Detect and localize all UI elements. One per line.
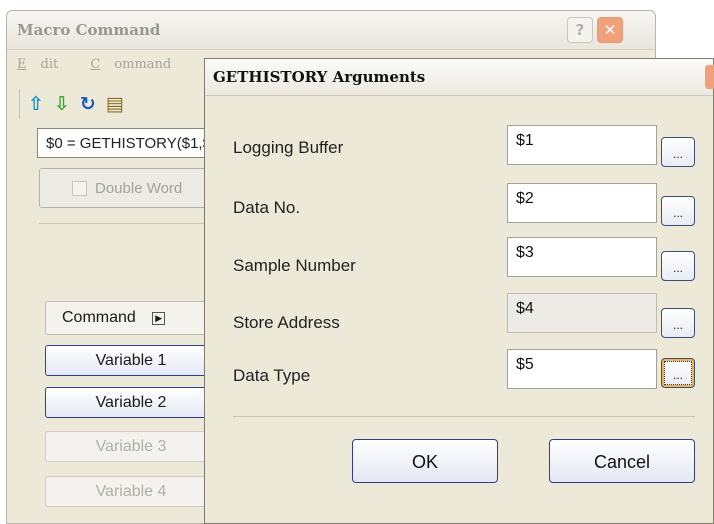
arg-input-logging-buffer[interactable]: $1 bbox=[507, 125, 657, 165]
dialog-separator bbox=[233, 416, 695, 417]
arrow-up-icon[interactable]: ⇧ bbox=[28, 94, 44, 114]
refresh-icon[interactable]: ↻ bbox=[80, 94, 96, 114]
macro-command-title: Macro Command bbox=[17, 21, 161, 39]
variable-4-button: Variable 4 bbox=[45, 476, 217, 507]
double-word-group: Double Word bbox=[39, 168, 219, 208]
arg-input-data-no[interactable]: $2 bbox=[507, 183, 657, 223]
arrow-down-icon[interactable]: ⇩ bbox=[54, 94, 70, 114]
variable-1-button[interactable]: Variable 1 bbox=[45, 345, 217, 376]
browse-button-data-type[interactable]: ... bbox=[661, 358, 695, 388]
menu-edit[interactable]: Edit bbox=[17, 57, 72, 72]
cancel-button[interactable]: Cancel bbox=[549, 439, 695, 483]
variable-2-button[interactable]: Variable 2 bbox=[45, 387, 217, 418]
gethistory-arguments-dialog: GETHISTORY Arguments Logging Buffer $1 .… bbox=[204, 58, 714, 524]
command-label: Command bbox=[62, 309, 136, 326]
dialog-close-icon[interactable] bbox=[705, 65, 714, 89]
macro-command-titlebar[interactable]: Macro Command ? ✕ bbox=[7, 11, 655, 50]
arg-label-data-type: Data Type bbox=[233, 366, 311, 385]
browse-button-logging-buffer[interactable]: ... bbox=[661, 137, 695, 167]
arg-label-store-address: Store Address bbox=[233, 313, 340, 332]
submenu-arrow-icon: ▶ bbox=[152, 312, 166, 325]
menu-command[interactable]: Command bbox=[90, 57, 185, 72]
toolbar: ⇧ ⇩ ↻ ▤ bbox=[19, 89, 124, 119]
close-icon: ✕ bbox=[603, 21, 617, 39]
browse-button-sample-number[interactable]: ... bbox=[661, 251, 695, 281]
separator bbox=[39, 223, 219, 224]
formula-field[interactable]: $0 = GETHISTORY($1,$2,$3,$4,$5) bbox=[37, 128, 217, 158]
dialog-titlebar[interactable]: GETHISTORY Arguments bbox=[205, 59, 714, 96]
arg-input-store-address: $4 bbox=[507, 293, 657, 333]
variable-3-button: Variable 3 bbox=[45, 431, 217, 462]
double-word-checkbox[interactable] bbox=[72, 181, 87, 196]
ok-button[interactable]: OK bbox=[352, 439, 498, 483]
arg-input-data-type[interactable]: $5 bbox=[507, 349, 657, 389]
arg-input-sample-number[interactable]: $3 bbox=[507, 237, 657, 277]
browse-button-store-address[interactable]: ... bbox=[661, 308, 695, 338]
arg-label-logging-buffer: Logging Buffer bbox=[233, 138, 344, 157]
arg-label-sample-number: Sample Number bbox=[233, 256, 356, 275]
help-button[interactable]: ? bbox=[567, 17, 593, 43]
help-icon: ? bbox=[575, 21, 585, 39]
browse-button-data-no[interactable]: ... bbox=[661, 196, 695, 226]
document-icon[interactable]: ▤ bbox=[106, 94, 124, 114]
dialog-title: GETHISTORY Arguments bbox=[213, 68, 426, 86]
double-word-label: Double Word bbox=[95, 180, 183, 197]
menubar: Edit Command bbox=[17, 57, 199, 72]
command-button[interactable]: Command ▶ bbox=[45, 301, 217, 335]
arg-label-data-no: Data No. bbox=[233, 198, 301, 217]
close-button[interactable]: ✕ bbox=[597, 17, 623, 43]
